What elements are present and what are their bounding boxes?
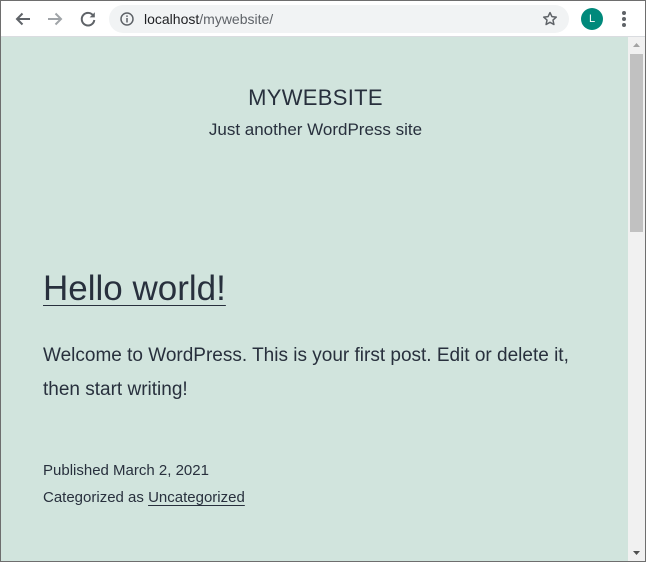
url-text[interactable]: localhost/mywebsite/ bbox=[144, 11, 273, 27]
post-title-link[interactable]: Hello world! bbox=[43, 267, 226, 311]
kebab-menu-icon[interactable] bbox=[615, 8, 633, 30]
browser-window: localhost/mywebsite/ L MYWEBSITE Just an… bbox=[0, 0, 646, 562]
url-path: /mywebsite/ bbox=[199, 11, 274, 27]
site-description: Just another WordPress site bbox=[208, 120, 423, 139]
page-viewport: MYWEBSITE Just another WordPress site He… bbox=[1, 37, 628, 561]
scroll-down-arrow-icon[interactable] bbox=[628, 545, 645, 561]
url-host: localhost bbox=[144, 11, 200, 27]
address-bar[interactable]: localhost/mywebsite/ bbox=[109, 5, 569, 33]
star-outline-icon[interactable] bbox=[542, 11, 558, 27]
category-link[interactable]: Uncategorized bbox=[148, 489, 245, 506]
back-button[interactable] bbox=[10, 6, 36, 32]
post-category-line: Categorized as Uncategorized bbox=[43, 488, 245, 508]
reload-icon bbox=[80, 11, 96, 27]
arrow-right-icon bbox=[48, 12, 63, 26]
post-body: Welcome to WordPress. This is your first… bbox=[43, 345, 569, 400]
info-circle-icon[interactable] bbox=[120, 12, 134, 26]
vertical-scrollbar[interactable] bbox=[628, 37, 645, 561]
categorized-label: Categorized as bbox=[43, 489, 144, 506]
profile-avatar[interactable]: L bbox=[581, 8, 603, 30]
arrow-left-icon bbox=[15, 12, 30, 26]
browser-toolbar: localhost/mywebsite/ L bbox=[1, 1, 645, 37]
reload-button[interactable] bbox=[75, 6, 101, 32]
scrollbar-thumb[interactable] bbox=[630, 54, 643, 232]
post-published-date: Published March 2, 2021 bbox=[43, 462, 209, 479]
forward-button[interactable] bbox=[42, 6, 68, 32]
site-title[interactable]: MYWEBSITE bbox=[1, 85, 628, 111]
scroll-up-arrow-icon[interactable] bbox=[628, 37, 645, 53]
